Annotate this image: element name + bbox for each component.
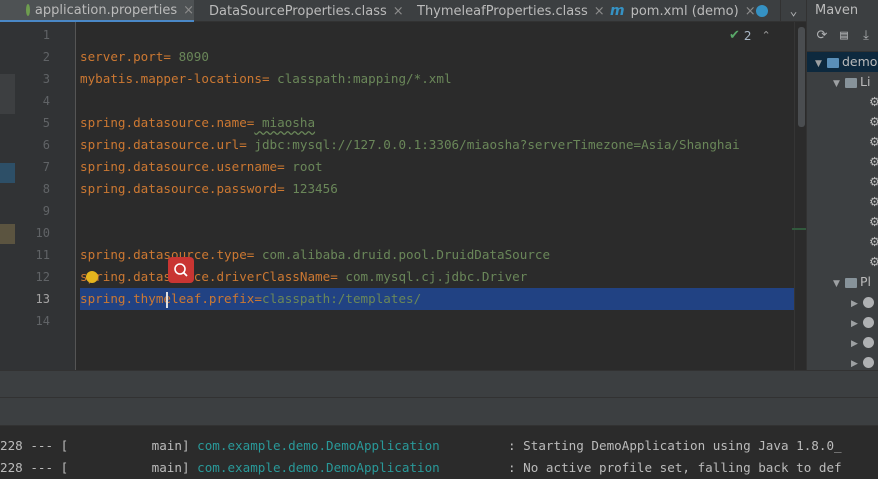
add-folder-icon[interactable]: ▤: [837, 29, 851, 43]
tab-label: application.properties: [34, 2, 178, 18]
line-number: 7: [42, 160, 50, 174]
inspection-widget[interactable]: ✔ 2 ⌃: [729, 28, 771, 43]
check-icon: ✔: [729, 28, 740, 43]
code-editor[interactable]: server.port= 8090 mybatis.mapper-locatio…: [76, 22, 806, 370]
console-line: 228 --- [ main] com.example.demo.DemoApp…: [0, 460, 842, 475]
chevron-right-icon: ▶: [851, 359, 858, 369]
folder-icon: [845, 77, 857, 88]
maven-plugin-item[interactable]: ▶: [851, 312, 877, 332]
lightbulb-icon[interactable]: [86, 271, 98, 283]
line-number: 6: [42, 138, 50, 152]
line-number: 5: [42, 116, 50, 130]
line-number: 12: [35, 270, 50, 284]
code-line: mybatis.mapper-locations= classpath:mapp…: [80, 71, 452, 86]
strip-marker-selected: [0, 163, 15, 183]
gear-icon[interactable]: ⚙: [869, 192, 878, 212]
text-caret: [166, 292, 168, 308]
console-line: 228 --- [ main] com.example.demo.DemoApp…: [0, 438, 842, 453]
tab-datasource-properties[interactable]: DataSourceProperties.class ×: [200, 0, 404, 22]
line-number: 8: [42, 182, 50, 196]
scrollbar-thumb[interactable]: [798, 27, 805, 127]
chevron-down-icon: ▼: [833, 279, 840, 289]
gear-icon[interactable]: ⚙: [869, 132, 878, 152]
strip-marker-warning: [0, 224, 15, 244]
code-line: spring.datasource.type= com.alibaba.drui…: [80, 247, 551, 262]
gear-icon[interactable]: ⚙: [869, 152, 878, 172]
maven-plugin-item[interactable]: ▶: [851, 292, 877, 312]
chevron-right-icon: ▶: [851, 299, 858, 309]
line-number: 4: [42, 94, 50, 108]
editor-scrollbar[interactable]: [794, 22, 806, 370]
maven-plugin-item[interactable]: ▶: [851, 332, 877, 352]
plugin-icon: [863, 357, 874, 368]
close-icon[interactable]: ×: [183, 3, 194, 18]
gear-icon[interactable]: ⚙: [869, 252, 878, 272]
tab-class-overflow[interactable]: [756, 0, 778, 22]
gear-icon[interactable]: ⚙: [869, 112, 878, 132]
strip-marker: [0, 74, 15, 114]
code-line-current: spring.thymeleaf.prefix=classpath:/templ…: [80, 291, 422, 306]
inspection-count: 2: [743, 28, 752, 43]
line-number-gutter: 1 2 3 4 5 6 7 8 9 10 11 12 13 14: [15, 22, 76, 370]
maven-panel: Maven ⟳ ▤ ⤓ ▼demo ▼Li ⚙ ⚙ ⚙ ⚙ ⚙ ⚙ ⚙ ⚙ ⚙ …: [806, 0, 878, 370]
tab-thymeleaf-properties[interactable]: ThymeleafProperties.class ×: [408, 0, 605, 22]
close-icon[interactable]: ×: [393, 4, 404, 19]
run-console: 228 --- [ main] com.example.demo.DemoApp…: [0, 425, 878, 479]
gear-icon[interactable]: ⚙: [869, 232, 878, 252]
maven-plugin-item[interactable]: ▶: [851, 352, 877, 370]
gear-icon[interactable]: ⚙: [869, 212, 878, 232]
maven-plugins-node[interactable]: ▼ Pl: [833, 272, 871, 292]
gear-icon[interactable]: ⚙: [869, 92, 878, 112]
reload-icon[interactable]: ⟳: [815, 29, 829, 43]
chevron-down-icon: ▼: [815, 59, 822, 69]
editor-tab-bar: application.properties × DataSourcePrope…: [0, 0, 806, 22]
maven-m-icon: m: [610, 3, 625, 19]
search-icon[interactable]: [168, 257, 194, 283]
plugin-icon: [863, 337, 874, 348]
line-number: 14: [35, 314, 50, 328]
download-icon[interactable]: ⤓: [859, 29, 873, 43]
line-number-current: 13: [35, 292, 50, 306]
left-tool-strip: [0, 22, 15, 370]
close-icon[interactable]: ×: [594, 4, 605, 19]
tab-label: ThymeleafProperties.class: [417, 3, 588, 19]
maven-project-node[interactable]: ▼ demo: [807, 52, 878, 72]
code-line: spring.datasource.url= jdbc:mysql://127.…: [80, 137, 740, 152]
chevron-right-icon: ▶: [851, 319, 858, 329]
maven-project-icon: [827, 57, 839, 68]
divider: [0, 397, 878, 398]
folder-icon: [845, 277, 857, 288]
chevron-right-icon: ▶: [851, 339, 858, 349]
code-line: spring.datasource.name= miaosha: [80, 115, 316, 130]
close-icon[interactable]: ×: [745, 4, 756, 19]
line-number: 1: [42, 28, 50, 42]
maven-title: Maven: [815, 3, 859, 18]
code-line: server.port= 8090: [80, 49, 209, 64]
tool-window-header: [0, 370, 878, 425]
line-number: 3: [42, 72, 50, 86]
tab-pom-xml[interactable]: m pom.xml (demo) ×: [608, 0, 756, 22]
plugin-icon: [863, 297, 874, 308]
line-number: 2: [42, 50, 50, 64]
tab-label: DataSourceProperties.class: [209, 3, 387, 19]
maven-lifecycle-node[interactable]: ▼ Li: [833, 72, 870, 92]
line-number: 11: [35, 248, 50, 262]
chevron-up-icon[interactable]: ⌃: [762, 29, 771, 42]
class-file-icon: [756, 5, 768, 17]
code-line: spring.datasource.driverClassName= com.m…: [80, 269, 528, 284]
properties-file-icon: [26, 4, 30, 16]
chevron-down-icon: ▼: [833, 79, 840, 89]
line-number: 9: [42, 204, 50, 218]
change-marker: [792, 228, 806, 230]
maven-toolbar: ⟳ ▤ ⤓: [807, 22, 878, 52]
tab-application-properties[interactable]: application.properties ×: [0, 0, 194, 22]
code-line: spring.datasource.username= root: [80, 159, 323, 174]
code-line: spring.datasource.password= 123456: [80, 181, 338, 196]
line-number: 10: [35, 226, 50, 240]
plugin-icon: [863, 317, 874, 328]
tab-label: pom.xml (demo): [630, 3, 739, 19]
tabs-dropdown-icon[interactable]: ⌄: [780, 0, 806, 22]
gear-icon[interactable]: ⚙: [869, 172, 878, 192]
